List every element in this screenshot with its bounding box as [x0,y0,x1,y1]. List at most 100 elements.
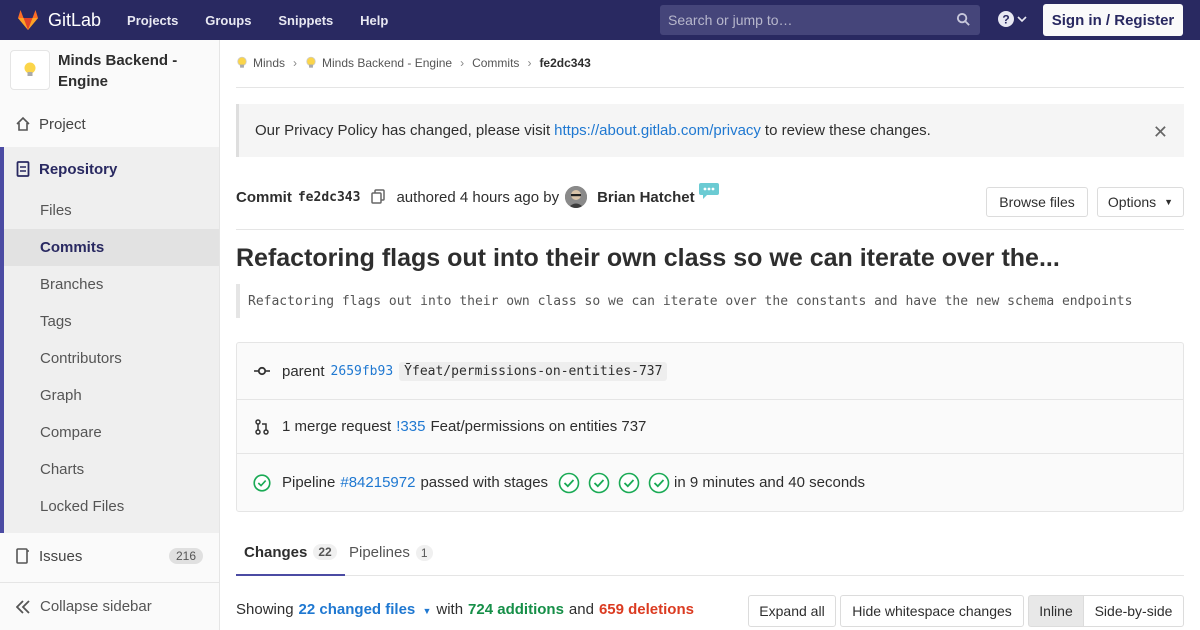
stage-passed-icon[interactable] [558,472,580,494]
nav-projects[interactable]: Projects [127,13,178,28]
branch-label[interactable]: Ȳfeat/permissions-on-entities-737 [399,361,668,381]
sidebar-sub-tags[interactable]: Tags [40,313,72,330]
project-avatar [10,50,50,90]
project-header[interactable]: Minds Backend - Engine [10,50,208,92]
copy-icon[interactable] [370,189,386,205]
double-chevron-left-icon [16,599,30,614]
lightbulb-icon [24,62,36,76]
nav-snippets[interactable]: Snippets [278,13,333,28]
collapse-sidebar-button[interactable]: Collapse sidebar [0,582,219,630]
sidebar-item-label: Issues [39,547,83,565]
hide-whitespace-button[interactable]: Hide whitespace changes [840,595,1024,627]
sign-in-button[interactable]: Sign in / Register [1043,4,1183,36]
caret-down-icon: ▼ [1164,197,1174,207]
changed-files-dropdown[interactable]: 22 changed files ▼ [299,601,432,618]
tab-count: 1 [415,544,433,561]
tab-changes[interactable]: Changes 22 [236,530,345,576]
expand-all-button[interactable]: Expand all [748,595,836,627]
alert-text-after: to review these changes. [764,122,931,139]
alert-text-before: Our Privacy Policy has changed, please v… [255,122,551,139]
brand-name: GitLab [48,9,102,30]
inline-view-button[interactable]: Inline [1028,595,1084,627]
parent-sha-link[interactable]: 2659fb93 [331,364,394,379]
top-nav-links: Projects Groups Snippets Help [127,12,411,28]
privacy-alert: Our Privacy Policy has changed, please v… [236,104,1184,157]
divider [236,229,1184,230]
top-navbar: GitLab Projects Groups Snippets Help Sea… [0,0,1200,40]
sidebar-item-issues[interactable]: Issues 216 [0,545,219,567]
author-name[interactable]: Brian Hatchet [597,189,695,206]
status-message-icon [698,183,719,199]
sidebar-sub-graph[interactable]: Graph [40,387,82,404]
divider [236,87,1184,88]
breadcrumb: Minds › Minds Backend - Engine › Commits… [236,56,591,70]
close-icon[interactable]: ✕ [1153,122,1168,143]
breadcrumb-group[interactable]: Minds [253,56,285,70]
tab-label: Changes [244,543,308,561]
breadcrumb-commits[interactable]: Commits [472,56,519,70]
search-input[interactable]: Search or jump to… [660,5,980,35]
project-title: Minds Backend - Engine [58,52,178,90]
breadcrumb-project[interactable]: Minds Backend - Engine [322,56,452,70]
branch-icon: Ȳ [404,363,412,379]
help-dropdown[interactable]: ? [998,11,1027,27]
search-icon [956,12,970,26]
merge-request-row: 1 merge request !335 Feat/permissions on… [237,400,1183,454]
sidebar-sub-compare[interactable]: Compare [40,424,102,441]
mr-link[interactable]: !335 [396,418,425,435]
breadcrumb-separator: › [293,56,298,70]
sidebar-sub-files[interactable]: Files [40,202,72,219]
commit-info-box: parent 2659fb93 Ȳfeat/permissions-on-ent… [236,342,1184,512]
nav-help[interactable]: Help [360,13,388,28]
sidebar-item-project[interactable]: Project [0,114,219,134]
sidebar-sub-commits[interactable]: Commits [40,239,104,256]
commit-sha: fe2dc343 [297,189,361,205]
lightbulb-icon [237,56,247,68]
svg-text:?: ? [1002,13,1009,27]
authored-text: authored 4 hours ago by [396,188,560,206]
browse-files-button[interactable]: Browse files [986,187,1088,217]
side-by-side-button[interactable]: Side-by-side [1083,595,1184,627]
pipeline-status-icon[interactable] [253,472,271,494]
pipeline-link[interactable]: #84215972 [340,474,415,491]
breadcrumb-separator: › [527,56,532,70]
sidebar-sub-contributors[interactable]: Contributors [40,350,122,367]
additions-count: 724 additions [468,601,564,618]
sidebar-sub-locked-files[interactable]: Locked Files [40,498,124,515]
chevron-down-icon [1017,16,1027,23]
summary-with: with [436,601,464,618]
issues-icon [15,548,31,564]
stage-passed-icon[interactable] [588,472,610,494]
breadcrumb-current[interactable]: fe2dc343 [539,56,590,70]
gitlab-logo-icon [18,10,38,30]
stage-passed-icon[interactable] [648,472,670,494]
repository-section [0,147,219,533]
options-label: Options [1107,194,1157,210]
parent-row: parent 2659fb93 Ȳfeat/permissions-on-ent… [237,343,1183,400]
question-icon: ? [998,11,1014,27]
nav-groups[interactable]: Groups [205,13,251,28]
summary-and: and [568,601,594,618]
sidebar-item-label: Project [39,115,86,133]
avatar[interactable] [565,186,588,208]
privacy-link[interactable]: https://about.gitlab.com/privacy [554,122,761,139]
changed-files-label: 22 changed files [298,601,416,618]
search-placeholder: Search or jump to… [668,12,793,28]
breadcrumb-separator: › [460,56,465,70]
issues-count-badge: 216 [168,548,203,564]
branch-name: feat/permissions-on-entities-737 [412,363,663,379]
mr-count-text: 1 merge request [282,418,392,435]
active-item-highlight [4,229,219,266]
merge-request-icon [253,418,271,435]
tab-label: Pipelines [349,544,410,561]
home-icon [15,116,31,132]
sidebar-sub-charts[interactable]: Charts [40,461,84,478]
gitlab-home-link[interactable]: GitLab [16,8,127,32]
stage-passed-icon[interactable] [618,472,640,494]
tab-pipelines[interactable]: Pipelines 1 [341,530,441,575]
options-dropdown[interactable]: Options ▼ [1097,187,1184,217]
sidebar-item-repository[interactable]: Repository [0,159,219,179]
commit-icon [253,366,271,376]
sidebar-sub-branches[interactable]: Branches [40,276,103,293]
deletions-count: 659 deletions [598,601,694,618]
